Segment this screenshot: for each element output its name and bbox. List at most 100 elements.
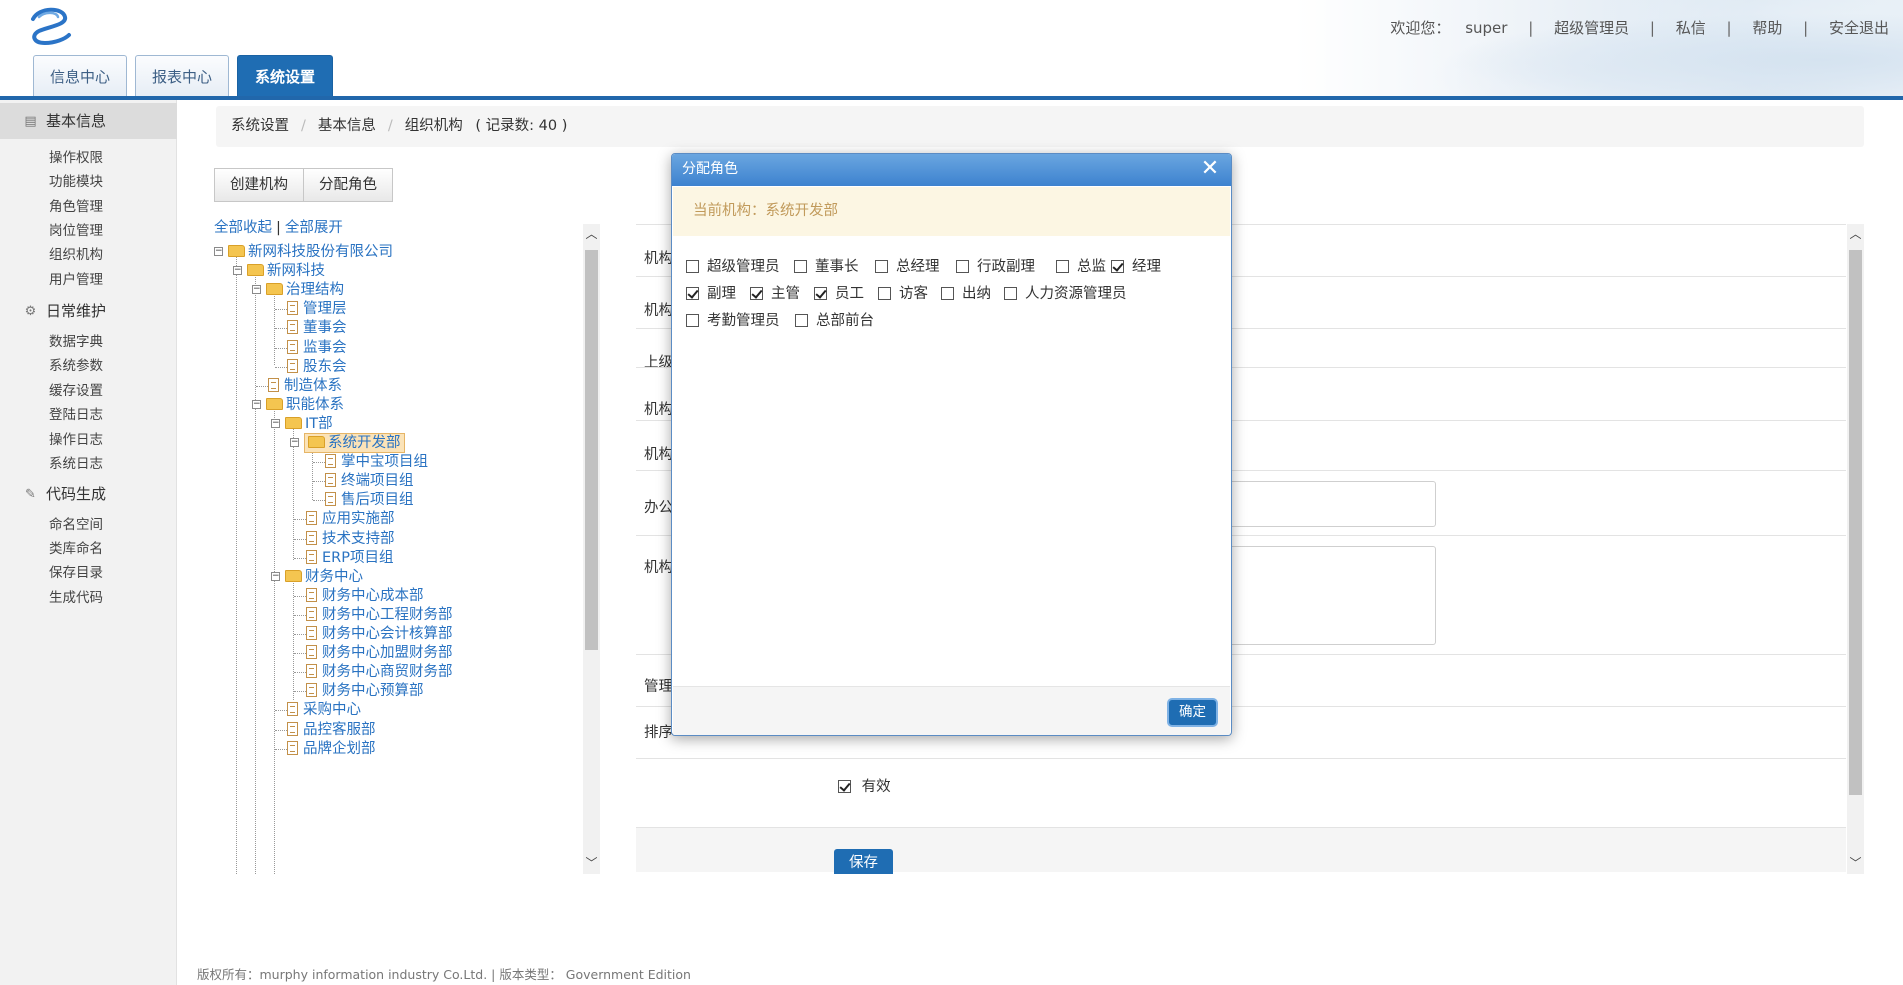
checkbox-icon[interactable] [838, 780, 851, 793]
unchecked-box-icon[interactable] [875, 260, 888, 273]
description-textarea[interactable] [1216, 546, 1436, 645]
checked-box-icon[interactable] [814, 287, 827, 300]
tree-node[interactable]: 掌中宝项目组 [325, 452, 428, 472]
scroll-down-icon[interactable]: ﹀ [583, 855, 600, 872]
tree-node[interactable]: 采购中心 [287, 700, 361, 720]
scroll-thumb[interactable] [1849, 250, 1862, 795]
unchecked-box-icon[interactable] [941, 287, 954, 300]
valid-checkbox[interactable]: 有效 [838, 775, 891, 796]
tree-node[interactable]: 监事会 [287, 338, 347, 358]
tree-node[interactable]: IT部 [285, 414, 333, 434]
sidebar-item-users[interactable]: 用户管理 [49, 270, 103, 290]
sidebar-group-codegen[interactable]: ✎ 代码生成 [0, 476, 177, 512]
tree-node[interactable]: 财务中心商贸财务部 [306, 662, 453, 682]
scroll-up-icon[interactable]: ︿ [583, 226, 600, 243]
checked-box-icon[interactable] [1111, 260, 1124, 273]
tree-node[interactable]: 股东会 [287, 357, 347, 377]
tree-node[interactable]: 制造体系 [268, 376, 342, 396]
role-checkbox[interactable]: 员工 [814, 284, 864, 304]
sidebar-item-namespace[interactable]: 命名空间 [49, 515, 103, 535]
sidebar-item-generate-code[interactable]: 生成代码 [49, 588, 103, 608]
tree-node[interactable]: ERP项目组 [306, 548, 393, 568]
office-input[interactable] [1216, 481, 1436, 527]
form-scrollbar[interactable]: ︿ ﹀ [1847, 224, 1864, 874]
sidebar-item-dictionary[interactable]: 数据字典 [49, 332, 103, 352]
scroll-thumb[interactable] [585, 250, 598, 650]
tab-report-center[interactable]: 报表中心 [135, 55, 229, 97]
collapse-toggle-icon[interactable]: − [233, 266, 242, 276]
tree-node[interactable]: 品牌企划部 [287, 739, 376, 759]
breadcrumb-item[interactable]: 基本信息 [318, 118, 376, 134]
expand-all-link[interactable]: 全部展开 [285, 220, 343, 236]
tree-node[interactable]: 财务中心工程财务部 [306, 605, 453, 625]
tree-node[interactable]: 终端项目组 [325, 471, 414, 491]
sidebar-item-positions[interactable]: 岗位管理 [49, 221, 103, 241]
tree-node[interactable]: 应用实施部 [306, 509, 395, 529]
sidebar-item-parameters[interactable]: 系统参数 [49, 356, 103, 376]
collapse-all-link[interactable]: 全部收起 [214, 220, 272, 236]
unchecked-box-icon[interactable] [795, 314, 808, 327]
help-link[interactable]: 帮助 [1752, 19, 1782, 37]
unchecked-box-icon[interactable] [1056, 260, 1069, 273]
role-checkbox[interactable]: 超级管理员 [686, 257, 780, 277]
tree-node[interactable]: 新网科技股份有限公司 [228, 242, 393, 262]
tab-system-settings[interactable]: 系统设置 [237, 55, 333, 97]
role-link[interactable]: 超级管理员 [1554, 19, 1629, 37]
unchecked-box-icon[interactable] [878, 287, 891, 300]
role-checkbox[interactable]: 主管 [750, 284, 800, 304]
tree-node[interactable]: 财务中心加盟财务部 [306, 643, 453, 663]
unchecked-box-icon[interactable] [686, 260, 699, 273]
tree-node[interactable]: 财务中心 [285, 567, 363, 587]
sidebar-item-login-log[interactable]: 登陆日志 [49, 405, 103, 425]
sidebar-item-save-directory[interactable]: 保存目录 [49, 563, 103, 583]
tree-node[interactable]: 技术支持部 [306, 529, 395, 549]
collapse-toggle-icon[interactable]: − [271, 571, 280, 581]
sidebar-group-basic[interactable]: ▤ 基本信息 [0, 103, 177, 139]
tree-node[interactable]: 财务中心预算部 [306, 681, 424, 701]
messages-link[interactable]: 私信 [1676, 19, 1706, 37]
collapse-toggle-icon[interactable]: − [271, 418, 280, 428]
role-checkbox[interactable]: 访客 [878, 284, 928, 304]
tree-node-selected[interactable]: 系统开发部 [304, 433, 405, 453]
scroll-down-icon[interactable]: ﹀ [1847, 855, 1864, 872]
role-checkbox[interactable]: 副理 [686, 284, 736, 304]
sidebar-item-operation-log[interactable]: 操作日志 [49, 430, 103, 450]
unchecked-box-icon[interactable] [1004, 287, 1017, 300]
sidebar-item-library-name[interactable]: 类库命名 [49, 539, 103, 559]
collapse-toggle-icon[interactable]: − [252, 399, 261, 409]
tree-node[interactable]: 财务中心会计核算部 [306, 624, 453, 644]
tree-node[interactable]: 管理层 [287, 299, 347, 319]
confirm-button[interactable]: 确定 [1167, 698, 1218, 727]
sidebar-group-maintenance[interactable]: ⚙ 日常维护 [0, 293, 177, 329]
role-checkbox[interactable]: 总监 [1056, 257, 1106, 277]
collapse-toggle-icon[interactable]: − [214, 247, 223, 256]
checked-box-icon[interactable] [750, 287, 763, 300]
role-checkbox[interactable]: 董事长 [794, 257, 859, 277]
sidebar-item-permissions[interactable]: 操作权限 [49, 148, 103, 168]
tree-scrollbar[interactable]: ︿ ﹀ [583, 224, 600, 874]
logout-link[interactable]: 安全退出 [1829, 19, 1889, 37]
tree-node[interactable]: 新网科技 [247, 261, 325, 281]
sidebar-item-roles[interactable]: 角色管理 [49, 197, 103, 217]
tree-node[interactable]: 品控客服部 [287, 720, 376, 740]
tree-node[interactable]: 治理结构 [266, 280, 344, 300]
breadcrumb-item[interactable]: 系统设置 [231, 118, 289, 134]
tab-info-center[interactable]: 信息中心 [33, 55, 127, 97]
sidebar-item-modules[interactable]: 功能模块 [49, 172, 103, 192]
create-org-button[interactable]: 创建机构 [214, 168, 304, 202]
close-icon[interactable]: ✕ [1199, 158, 1221, 180]
scroll-up-icon[interactable]: ︿ [1847, 226, 1864, 243]
role-checkbox[interactable]: 总部前台 [795, 311, 874, 331]
sidebar-item-system-log[interactable]: 系统日志 [49, 454, 103, 474]
sidebar-item-organizations[interactable]: 组织机构 [49, 245, 103, 265]
tree-node[interactable]: 职能体系 [266, 395, 344, 415]
role-checkbox[interactable]: 人力资源管理员 [1004, 284, 1127, 304]
username-link[interactable]: super [1465, 19, 1507, 37]
unchecked-box-icon[interactable] [686, 314, 699, 327]
save-button[interactable]: 保存 [834, 849, 893, 874]
role-checkbox[interactable]: 考勤管理员 [686, 311, 780, 331]
role-checkbox[interactable]: 经理 [1111, 257, 1161, 277]
role-checkbox[interactable]: 行政副理 [956, 257, 1035, 277]
unchecked-box-icon[interactable] [794, 260, 807, 273]
checked-box-icon[interactable] [686, 287, 699, 300]
